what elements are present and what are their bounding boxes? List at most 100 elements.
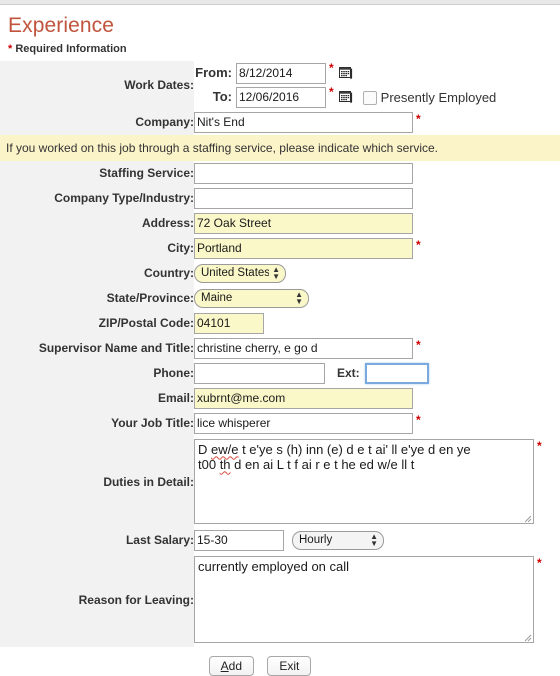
email-input[interactable] [194,387,413,409]
reason-for-leaving-field-cell: currently employed on call * [194,552,560,647]
address-input[interactable] [194,212,413,234]
email-label: Email: [0,385,194,411]
duties-label: Duties in Detail: [0,435,194,528]
duties-textarea[interactable] [194,439,534,525]
duties-textarea-holder: D ew/e t e'ye s (h) inn (e) d e t ai' ll… [194,439,534,525]
work-dates-field-cell: From: * To: * [194,61,560,110]
state-label: State/Province: [0,285,194,311]
from-date-line: From: * [194,61,560,85]
row-state: State/Province: Maine ▲ ▼ [0,285,560,311]
supervisor-label: Supervisor Name and Title: [0,335,194,361]
page-title: Experience [8,14,115,37]
from-date-input[interactable] [236,63,326,85]
company-label: Company: [0,109,194,135]
phone-field-cell: Ext: [194,360,560,386]
from-label: From: [195,65,232,80]
experience-form-page: Experience * Required Information Work D… [0,14,560,676]
row-supervisor: Supervisor Name and Title: * [0,335,560,361]
required-asterisk: * [8,43,13,55]
row-email: Email: [0,385,560,411]
company-type-field-cell [194,185,560,211]
company-field-cell: * [194,109,560,135]
job-title-label: Your Job Title: [0,410,194,436]
row-address: Address: [0,210,560,236]
to-label: To: [212,89,232,104]
city-required-asterisk: * [416,237,421,252]
phone-input[interactable] [194,362,325,384]
city-label: City: [0,235,194,261]
row-zip: ZIP/Postal Code: [0,310,560,336]
state-select[interactable]: Maine [194,288,309,308]
country-field-cell: United States ▲ ▼ [194,260,560,286]
row-city: City: * [0,235,560,261]
row-company: Company: * [0,109,560,135]
city-input[interactable] [194,237,413,259]
to-date-required-asterisk: * [329,85,334,99]
add-button[interactable]: Add [208,655,254,676]
row-staffing-notice: If you worked on this job through a staf… [0,134,560,161]
company-required-asterisk: * [416,111,421,126]
calendar-icon[interactable] [338,91,353,104]
row-buttons: Add Exit [0,646,560,676]
from-date-required-asterisk: * [329,61,334,75]
presently-employed-label: Presently Employed [380,89,497,105]
duties-field-cell: D ew/e t e'ye s (h) inn (e) d e t ai' ll… [194,435,560,528]
row-work-dates: Work Dates: From: * To: * [0,61,560,110]
row-duties: Duties in Detail: D ew/e t e'ye s (h) in… [0,435,560,528]
reason-for-leaving-label: Reason for Leaving: [0,552,194,647]
company-input[interactable] [194,111,413,133]
job-title-field-cell: * [194,410,560,436]
row-phone: Phone: Ext: [0,360,560,386]
staffing-notice-text: If you worked on this job through a staf… [0,134,560,161]
address-label: Address: [0,210,194,236]
work-dates-label: Work Dates: [0,61,194,110]
supervisor-required-asterisk: * [416,337,421,352]
to-date-line: To: * Presently Employed [194,85,560,110]
window-top-bar [0,0,560,5]
last-salary-input[interactable] [194,529,284,551]
zip-field-cell [194,310,560,336]
job-title-required-asterisk: * [416,412,421,427]
country-select[interactable]: United States [194,263,286,283]
calendar-icon[interactable] [338,67,353,80]
row-company-type: Company Type/Industry: [0,185,560,211]
city-field-cell: * [194,235,560,261]
salary-rate-select-wrap[interactable]: Hourly ▲ ▼ [292,530,384,550]
ext-label: Ext: [337,365,360,380]
salary-rate-select[interactable]: Hourly [292,530,384,550]
country-select-wrap[interactable]: United States ▲ ▼ [194,263,286,283]
button-bar: Add Exit [0,646,560,676]
job-title-input[interactable] [194,412,413,434]
state-field-cell: Maine ▲ ▼ [194,285,560,311]
reason-for-leaving-textarea[interactable] [194,556,534,644]
reason-textarea-holder: currently employed on call [194,556,534,644]
email-field-cell [194,385,560,411]
supervisor-input[interactable] [194,337,413,359]
last-salary-field-cell: Hourly ▲▼ [194,527,560,553]
row-staffing-service: Staffing Service: [0,160,560,186]
row-job-title: Your Job Title: * [0,410,560,436]
staffing-service-input[interactable] [194,162,413,184]
required-note-text: Required Information [15,43,127,55]
staffing-service-field-cell [194,160,560,186]
to-date-input[interactable] [236,87,326,109]
state-select-wrap[interactable]: Maine ▲ ▼ [194,288,309,308]
row-last-salary: Last Salary: Hourly ▲▼ [0,527,560,553]
company-type-input[interactable] [194,187,413,209]
presently-employed-checkbox[interactable] [362,90,377,105]
staffing-service-label: Staffing Service: [0,160,194,186]
required-information-note: * Required Information [8,43,560,55]
row-reason-for-leaving: Reason for Leaving: currently employed o… [0,552,560,647]
button-bar-cell: Add Exit [0,646,560,676]
ext-input[interactable] [364,362,429,384]
country-label: Country: [0,260,194,286]
duties-required-asterisk: * [537,439,542,454]
reason-required-asterisk: * [537,556,542,571]
company-type-label: Company Type/Industry: [0,185,194,211]
phone-label: Phone: [0,360,194,386]
address-field-cell [194,210,560,236]
last-salary-label: Last Salary: [0,527,194,553]
zip-input[interactable] [194,312,264,334]
row-country: Country: United States ▲ ▼ [0,260,560,286]
exit-button[interactable]: Exit [267,655,312,676]
